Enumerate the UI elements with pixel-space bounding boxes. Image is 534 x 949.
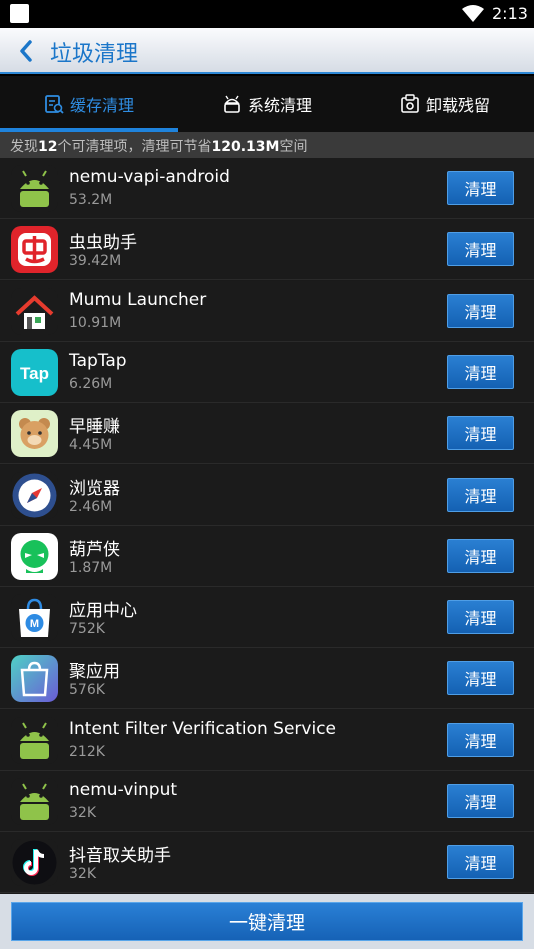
status-bar: 2:13 [0,0,534,28]
android-icon [11,165,58,212]
app-cache-size: 576K [69,682,105,699]
clean-button[interactable]: 清理 [447,722,514,757]
app-cache-size: 1.87M [69,559,113,576]
summary-count: 12 [38,139,58,155]
app-cache-size: 4.45M [69,437,113,454]
app-name: 聚应用 [69,662,120,683]
summary-middle: 个可清理项，清理可节省 [57,139,212,155]
svg-text:M: M [30,618,39,630]
app-row[interactable]: 浏览器 2.46M 清理 [0,464,534,526]
app-name: 虫虫助手 [69,233,137,254]
app-name: 抖音取关助手 [69,846,171,867]
clean-button[interactable]: 清理 [447,661,514,696]
mumu-launcher-icon [11,287,58,335]
cache-clean-icon [44,94,64,114]
app-cache-size: 752K [69,621,105,638]
tab-bar: 缓存清理 系统清理 卸载残留 [0,76,534,132]
android-icon [11,778,58,825]
page-title: 垃圾清理 [50,42,139,67]
summary-size: 120.13M [211,139,280,155]
app-cache-size: 2.46M [69,498,113,515]
tab-cache-clean-label: 缓存清理 [69,96,134,115]
app-cache-size: 10.91M [69,314,122,331]
app-cache-size: 32K [69,805,96,821]
clean-button[interactable]: 清理 [447,784,514,818]
app-name: TapTap [69,350,127,371]
app-row[interactable]: Intent Filter Verification Service 212K 清理 [0,709,534,771]
clean-button[interactable]: 清理 [447,538,514,573]
android-icon [11,716,58,764]
clean-button[interactable]: 清理 [447,600,514,635]
app-row[interactable]: nemu-vapi-android 53.2M 清理 [0,158,534,219]
tab-uninstall-residue[interactable]: 卸载残留 [356,76,534,132]
app-cache-size: 39.42M [69,253,122,270]
app-name: 应用中心 [69,601,137,622]
app-row[interactable]: Mumu Launcher 10.91M 清理 [0,280,534,342]
tiktok-icon [11,839,58,887]
app-row[interactable]: 聚应用 576K 清理 [0,648,534,710]
chongchong-icon [11,226,58,274]
bear-icon [11,410,58,458]
app-row[interactable]: M 应用中心 752K 清理 [0,587,534,649]
notification-icon [10,4,29,23]
clean-button[interactable]: 清理 [447,845,514,880]
tab-uninstall-residue-label: 卸载残留 [425,96,490,115]
status-time: 2:13 [492,4,528,23]
app-cache-size: 32K [69,866,96,883]
summary-prefix: 发现 [10,139,38,155]
app-name: nemu-vinput [69,780,178,800]
app-row[interactable]: Tap TapTap 6.26M 清理 [0,341,534,403]
app-name: 浏览器 [69,478,120,499]
app-name: nemu-vapi-android [69,167,230,187]
app-name: Intent Filter Verification Service [69,718,337,739]
app-name: 早睡赚 [69,417,120,438]
tab-cache-clean[interactable]: 缓存清理 [0,76,178,132]
clean-button[interactable]: 清理 [447,171,514,205]
app-cache-size: 6.26M [69,375,113,392]
scan-summary: 发现12个可清理项，清理可节省120.13M空间 [0,132,534,158]
svg-text:Tap: Tap [20,364,49,383]
clean-button[interactable]: 清理 [447,354,514,389]
app-cache-size: 212K [69,743,105,760]
app-center-bag-icon: M [11,594,58,642]
taptap-icon: Tap [11,348,58,396]
app-row[interactable]: nemu-vinput 32K 清理 [0,771,534,832]
back-button[interactable] [10,34,42,68]
bottom-bar: 一键清理 [0,894,534,949]
uninstall-residue-icon [400,94,420,114]
app-cache-size: 53.2M [69,192,113,208]
one-key-clean-button[interactable]: 一键清理 [11,902,523,941]
app-row[interactable]: 早睡赚 4.45M 清理 [0,403,534,465]
tab-system-clean[interactable]: 系统清理 [178,76,356,132]
android-robot-icon [222,94,242,114]
wifi-icon [462,5,484,22]
app-name: Mumu Launcher [69,289,207,310]
app-row[interactable]: 虫虫助手 39.42M 清理 [0,219,534,281]
title-bar: 垃圾清理 [0,28,534,74]
compass-icon [11,471,58,519]
huluxia-icon [11,532,58,580]
clean-button[interactable]: 清理 [447,293,514,328]
clean-button[interactable]: 清理 [447,416,514,451]
clean-button[interactable]: 清理 [447,477,514,512]
app-row[interactable]: 抖音取关助手 32K 清理 [0,832,534,894]
clean-button[interactable]: 清理 [447,232,514,267]
app-row[interactable]: 葫芦侠 1.87M 清理 [0,525,534,587]
ju-app-icon [11,655,58,703]
tab-system-clean-label: 系统清理 [247,96,312,115]
summary-suffix: 空间 [279,139,308,155]
app-name: 葫芦侠 [69,539,120,560]
chevron-left-icon [20,40,32,62]
app-list[interactable]: nemu-vapi-android 53.2M 清理 虫虫助手 39.42M 清理 Mumu… [0,158,534,894]
